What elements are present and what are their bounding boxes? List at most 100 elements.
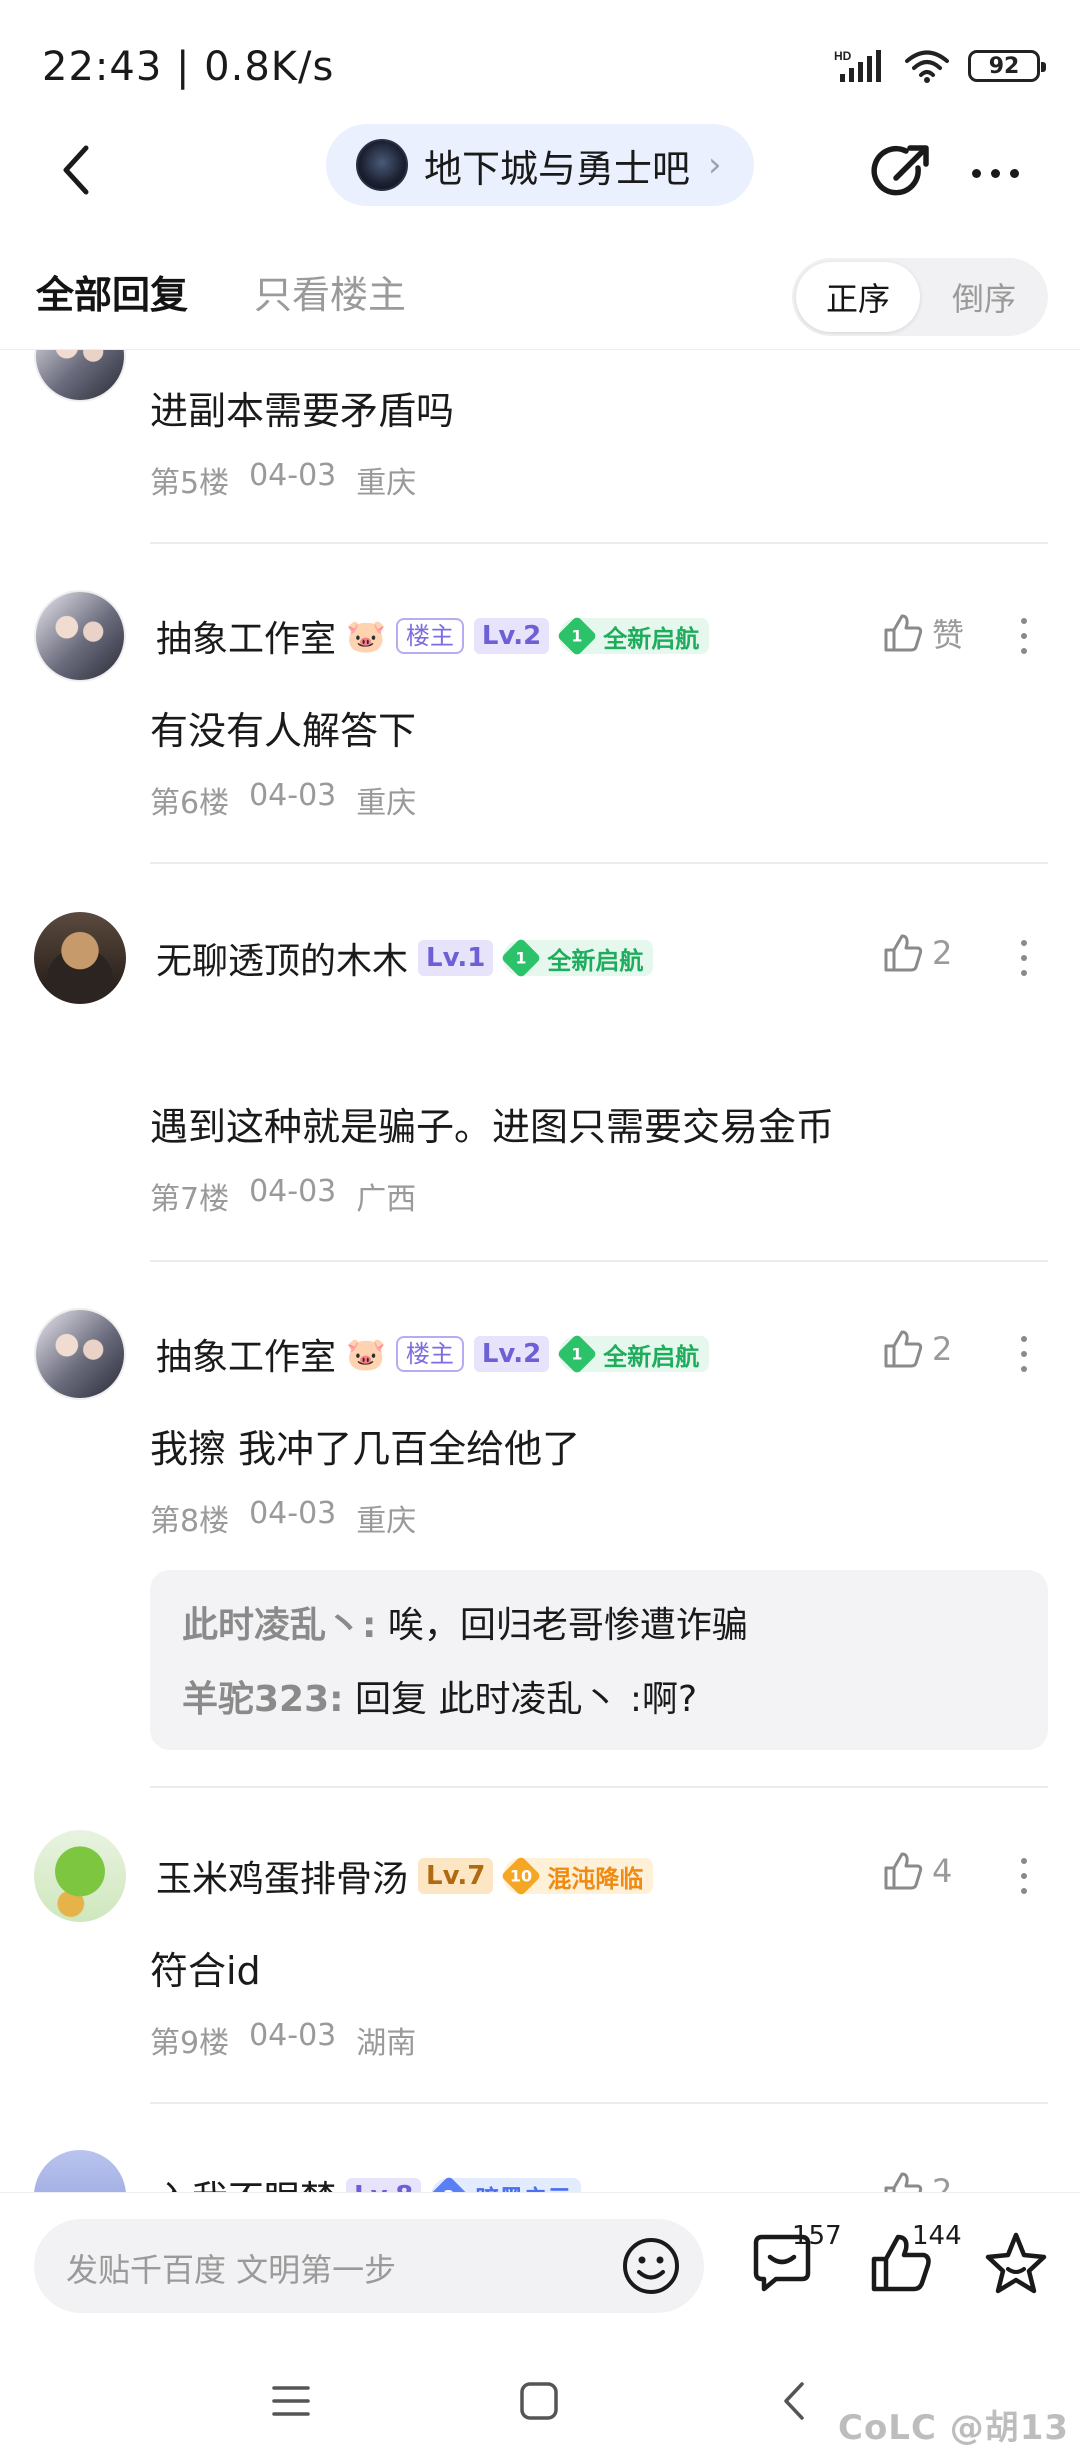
reply-more-button[interactable] (1016, 618, 1032, 654)
top-nav-bar: 地下城与勇士吧 › (0, 120, 1080, 230)
like-button[interactable]: 2 (882, 932, 952, 974)
avatar[interactable] (34, 1308, 126, 1400)
reply-date: 04-03 (249, 2018, 337, 2053)
reply-date: 04-03 (249, 1496, 337, 1531)
like-button[interactable]: 2 (882, 2170, 952, 2192)
level-badge: Lv.7 (418, 1858, 494, 1894)
like-button[interactable]: 2 (882, 1328, 952, 1370)
menu-icon[interactable] (268, 2378, 314, 2424)
sub-reply-box[interactable]: 此时凌乱丶: 唉，回归老哥惨遭诈骗 羊驼323: 回复 此时凌乱丶 :啊? (150, 1570, 1048, 1750)
back-button[interactable] (44, 138, 108, 202)
forum-link[interactable]: 地下城与勇士吧 › (326, 124, 754, 206)
reply-date: 04-03 (249, 1174, 337, 1209)
like-button[interactable]: 4 (882, 1850, 952, 1892)
tier-number: 1 (515, 948, 527, 968)
username-row: 抽象工作室 🐷 楼主 Lv.2 1 全新启航 (156, 610, 710, 662)
reply-filter-bar: 全部回复 只看楼主 正序 倒序 (0, 240, 1080, 350)
reply-more-button[interactable] (1016, 1858, 1032, 1894)
divider (150, 1786, 1048, 1788)
bottom-action-bar: 发贴千百度 文明第一步 157 144 (0, 2192, 1080, 2342)
forum-name: 地下城与勇士吧 (424, 146, 691, 191)
thumbs-up-icon (884, 1852, 923, 1890)
sort-ascending-button[interactable]: 正序 (796, 262, 920, 332)
thumbs-up-icon (884, 1330, 923, 1368)
gem-icon: 2 (429, 2175, 470, 2192)
username-row: 入我不眠梦 Lv.8 2 暗黑启示 (156, 2170, 582, 2193)
reply-meta: 第7楼 04-03 广西 (150, 1174, 416, 1218)
sub-reply-text: 回复 此时凌乱丶 :啊? (355, 1679, 698, 1720)
op-badge: 楼主 (395, 1336, 464, 1372)
tier-label: 混沌降临 (547, 1864, 644, 1893)
username[interactable]: 入我不眠梦 (156, 2170, 336, 2192)
reply-input[interactable]: 发贴千百度 文明第一步 (34, 2219, 704, 2313)
reply-input-placeholder: 发贴千百度 文明第一步 (66, 2251, 397, 2289)
tier-label: 暗黑启示 (475, 2179, 571, 2193)
sort-toggle: 正序 倒序 (792, 258, 1048, 336)
sub-reply-author[interactable]: 羊驼323: (182, 1679, 344, 1720)
sub-reply-text: 唉，回归老哥惨遭诈骗 (387, 1605, 748, 1646)
battery-icon: 92 (968, 50, 1046, 82)
floor-number: 第6楼 (150, 786, 230, 821)
divider (150, 2102, 1048, 2104)
tier-number: 1 (571, 1344, 583, 1364)
username[interactable]: 玉米鸡蛋排骨汤 (156, 1850, 408, 1902)
level-badge: Lv.1 (418, 940, 494, 976)
sub-reply: 羊驼323: 回复 此时凌乱丶 :啊? (182, 1670, 697, 1722)
emoji-button[interactable] (618, 2233, 684, 2299)
avatar[interactable] (34, 590, 126, 682)
like-total-count: 144 (912, 2221, 962, 2251)
avatar[interactable] (34, 2150, 126, 2192)
tab-all-replies[interactable]: 全部回复 (36, 264, 188, 319)
avatar[interactable] (34, 1830, 126, 1922)
back-nav-icon[interactable] (772, 2378, 818, 2424)
more-options-button[interactable] (960, 138, 1030, 208)
home-icon[interactable] (516, 2378, 562, 2424)
divider (150, 1260, 1048, 1262)
reply-text: 符合id (150, 1949, 261, 1993)
tab-op-only[interactable]: 只看楼主 (254, 264, 406, 319)
wifi-icon (905, 50, 949, 83)
reply-location: 重庆 (356, 786, 417, 821)
star-icon[interactable] (980, 2227, 1052, 2299)
thumbs-up-icon (884, 614, 923, 652)
reply-location: 重庆 (356, 466, 417, 501)
reply-more-button[interactable] (1016, 1336, 1032, 1372)
reply-location: 广西 (356, 1182, 417, 1217)
forum-avatar (356, 139, 408, 191)
like-count: 2 (932, 1330, 953, 1368)
pig-emoji-icon: 🐷 (346, 617, 386, 655)
smiley-icon (623, 2238, 679, 2294)
reply-more-button[interactable] (1016, 940, 1032, 976)
sub-reply-author[interactable]: 此时凌乱丶: (182, 1605, 376, 1646)
floor-number: 第8楼 (150, 1504, 230, 1539)
reply-text: 进副本需要矛盾吗 (150, 389, 455, 433)
floor-number: 第9楼 (150, 2026, 230, 2061)
watermark: CoLC @胡13 (838, 2408, 1070, 2448)
username-row: 玉米鸡蛋排骨汤 Lv.7 10 混沌降临 (156, 1850, 654, 1902)
like-button[interactable]: 赞 (882, 610, 964, 656)
reply-list: 进副本需要矛盾吗 第5楼 04-03 重庆 抽象工作室 🐷 楼主 Lv.2 1全… (0, 350, 1080, 2192)
battery-level: 92 (988, 53, 1020, 79)
more-dot-icon (971, 168, 981, 178)
username[interactable]: 无聊透顶的木木 (156, 932, 408, 984)
sort-descending-button[interactable]: 倒序 (924, 262, 1044, 332)
floor-number: 第7楼 (150, 1182, 230, 1217)
tier-label: 全新启航 (603, 624, 700, 653)
share-button[interactable] (866, 138, 936, 208)
tier-number: 1 (571, 626, 583, 646)
sub-reply: 此时凌乱丶: 唉，回归老哥惨遭诈骗 (182, 1596, 748, 1648)
tier-number: 10 (510, 1866, 533, 1886)
reply-text: 遇到这种就是骗子。进图只需要交易金币 (150, 1105, 835, 1149)
avatar[interactable] (34, 912, 126, 1004)
reply-date: 04-03 (249, 458, 337, 493)
tier-badge: 1 全新启航 (556, 1333, 710, 1375)
avatar[interactable] (34, 350, 126, 402)
status-time: 22:43 | 0.8K/s (42, 44, 335, 90)
reply-meta: 第6楼 04-03 重庆 (150, 778, 416, 822)
reply-date: 04-03 (249, 778, 337, 813)
gem-icon: 1 (556, 615, 598, 657)
like-count: 2 (932, 934, 953, 972)
tier-badge: 10 混沌降临 (501, 1855, 654, 1897)
username[interactable]: 抽象工作室 (156, 1328, 336, 1380)
username[interactable]: 抽象工作室 (156, 610, 336, 662)
